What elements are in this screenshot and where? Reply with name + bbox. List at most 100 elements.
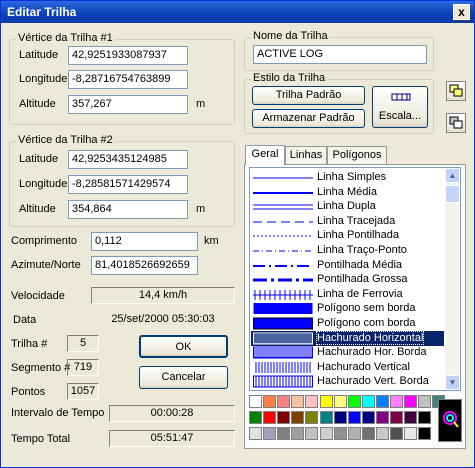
- speed-label: Velocidade: [11, 290, 65, 302]
- close-icon[interactable]: x: [453, 4, 470, 20]
- line-style-label: Linha Média: [317, 185, 377, 198]
- line-style-item[interactable]: Linha Tracejada: [251, 214, 444, 229]
- azimuth-field[interactable]: 81,4018526692659: [91, 256, 198, 275]
- track-label: Trilha #: [11, 338, 48, 350]
- vertex1-legend: Vértice da Trilha #1: [16, 32, 115, 44]
- line-style-item[interactable]: Linha Dupla: [251, 199, 444, 214]
- color-swatch[interactable]: [277, 427, 291, 440]
- color-swatch[interactable]: [249, 395, 262, 408]
- line-style-label: Linha Simples: [317, 171, 387, 183]
- color-swatch[interactable]: [404, 411, 418, 424]
- color-swatch[interactable]: [305, 395, 319, 408]
- line-style-item[interactable]: Linha Simples: [251, 170, 444, 185]
- total-time-value: 05:51:47: [109, 430, 235, 447]
- line-style-item[interactable]: Polígono sem borda: [251, 301, 444, 316]
- list-scrollbar[interactable]: ▲ ▼: [445, 168, 460, 390]
- color-swatch[interactable]: [291, 427, 305, 440]
- line-style-swatch: [253, 317, 313, 330]
- color-swatch[interactable]: [263, 411, 277, 424]
- tab-general[interactable]: Geral: [245, 145, 285, 165]
- default-style-button[interactable]: Trilha Padrão: [252, 86, 365, 105]
- color-swatch[interactable]: [418, 411, 432, 424]
- copy-style-button[interactable]: [446, 81, 466, 101]
- color-swatch[interactable]: [291, 411, 305, 424]
- line-style-item[interactable]: Linha Média: [251, 185, 444, 200]
- color-swatch[interactable]: [249, 411, 262, 424]
- line-style-item[interactable]: Hachurado Hor. Borda: [251, 345, 444, 360]
- vertex2-lon-field[interactable]: -8,28581571429574: [68, 175, 188, 194]
- scroll-down-icon[interactable]: ▼: [445, 375, 460, 390]
- vertex1-alt-field[interactable]: 357,267: [68, 95, 188, 114]
- line-style-item[interactable]: Linha Traço-Ponto: [251, 243, 444, 258]
- vertex1-lat-label: Latitude: [19, 49, 59, 61]
- color-swatch[interactable]: [361, 427, 375, 440]
- line-style-item[interactable]: Hachurado Vertical: [251, 360, 444, 375]
- color-swatch[interactable]: [375, 427, 389, 440]
- tab-lines[interactable]: Linhas: [285, 146, 327, 164]
- color-swatch[interactable]: [361, 411, 375, 424]
- color-picker-button[interactable]: [438, 399, 462, 442]
- store-default-button[interactable]: Armazenar Padrão: [252, 109, 365, 128]
- line-style-item[interactable]: Hachurado Vert. Borda: [251, 374, 444, 389]
- color-swatch[interactable]: [333, 411, 347, 424]
- color-swatch[interactable]: [249, 427, 262, 440]
- tab-polygons[interactable]: Polígonos: [327, 146, 387, 164]
- vertex2-lat-field[interactable]: 42,9253435124985: [68, 150, 188, 169]
- color-swatch[interactable]: [277, 411, 291, 424]
- cancel-button[interactable]: Cancelar: [139, 366, 228, 389]
- color-swatch[interactable]: [291, 395, 305, 408]
- length-field[interactable]: 0,112: [91, 232, 198, 251]
- color-swatch[interactable]: [263, 427, 277, 440]
- color-swatch[interactable]: [361, 395, 375, 408]
- line-style-item[interactable]: Linha de Ferrovia: [251, 287, 444, 302]
- vertex1-lon-field[interactable]: -8,28716754763899: [68, 70, 188, 89]
- color-swatch[interactable]: [418, 427, 432, 440]
- color-swatch[interactable]: [305, 411, 319, 424]
- color-swatch[interactable]: [333, 427, 347, 440]
- scroll-up-icon[interactable]: ▲: [445, 168, 460, 183]
- color-swatch[interactable]: [375, 395, 389, 408]
- paste-style-button[interactable]: [446, 113, 466, 133]
- color-swatch[interactable]: [305, 427, 319, 440]
- track-name-field[interactable]: ACTIVE LOG: [253, 45, 427, 64]
- scale-button[interactable]: Escala...: [372, 86, 428, 128]
- line-style-item[interactable]: Hachurado Horizontal: [251, 330, 444, 346]
- line-style-list[interactable]: Linha Simples Linha Média Linha Dupla Linha…: [249, 167, 461, 391]
- length-label: Comprimento: [11, 235, 78, 247]
- date-label: Data: [13, 314, 37, 326]
- line-style-label: Polígono sem borda: [317, 302, 416, 315]
- color-swatch[interactable]: [418, 395, 432, 408]
- color-swatch[interactable]: [319, 395, 333, 408]
- color-swatch[interactable]: [404, 427, 418, 440]
- line-style-label: Hachurado Vertical: [317, 360, 410, 373]
- line-style-item[interactable]: Pontilhada Média: [251, 258, 444, 273]
- color-swatch[interactable]: [375, 411, 389, 424]
- color-swatch[interactable]: [319, 411, 333, 424]
- scale-button-label: Escala...: [378, 110, 422, 122]
- color-swatch[interactable]: [390, 427, 403, 440]
- color-swatch[interactable]: [390, 395, 403, 408]
- line-style-label: Pontilhada Grossa: [317, 273, 408, 286]
- points-value: 1057: [67, 383, 99, 400]
- line-style-item[interactable]: Linha Pontilhada: [251, 228, 444, 243]
- line-style-swatch: [253, 191, 313, 194]
- color-swatch[interactable]: [347, 395, 361, 408]
- line-style-item[interactable]: Polígono com borda: [251, 316, 444, 331]
- vertex2-alt-field[interactable]: 354,864: [68, 200, 188, 219]
- line-style-label: Linha Tracejada: [317, 214, 396, 227]
- line-style-swatch: [253, 278, 313, 282]
- color-swatch[interactable]: [319, 427, 333, 440]
- vertex1-lat-field[interactable]: 42,9251933087937: [68, 46, 188, 65]
- line-style-item[interactable]: Pontilhada Grossa: [251, 272, 444, 287]
- color-swatch[interactable]: [277, 395, 291, 408]
- color-swatch[interactable]: [263, 395, 277, 408]
- color-swatch[interactable]: [333, 395, 347, 408]
- scroll-thumb[interactable]: [445, 185, 460, 203]
- color-swatch[interactable]: [347, 411, 361, 424]
- ok-button[interactable]: OK: [139, 335, 228, 358]
- line-style-swatch: [253, 204, 313, 210]
- vertex1-lon-label: Longitude: [19, 73, 68, 85]
- color-swatch[interactable]: [404, 395, 418, 408]
- color-swatch[interactable]: [390, 411, 403, 424]
- color-swatch[interactable]: [347, 427, 361, 440]
